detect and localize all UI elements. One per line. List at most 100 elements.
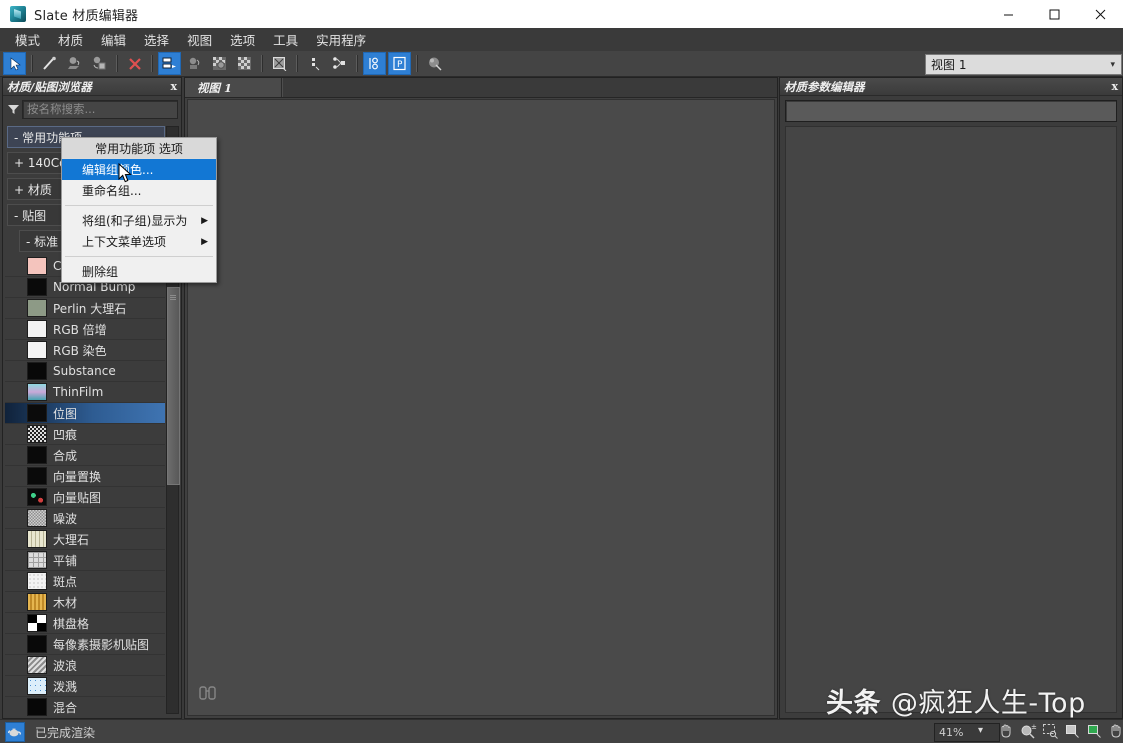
- context-menu-show-groups-as[interactable]: 将组(和子组)显示为 ▶: [62, 210, 216, 231]
- context-menu-separator: [65, 205, 213, 206]
- context-menu-options[interactable]: 上下文菜单选项 ▶: [62, 231, 216, 252]
- parameter-editor-toggle-button[interactable]: P: [388, 52, 411, 75]
- move-children-button[interactable]: [363, 52, 386, 75]
- list-item[interactable]: RGB 倍增: [5, 319, 165, 340]
- select-by-material-button[interactable]: [303, 52, 326, 75]
- close-icon[interactable]: x: [1111, 80, 1118, 93]
- lay-out-children-button[interactable]: [328, 52, 351, 75]
- menu-edit[interactable]: 编辑: [92, 28, 135, 51]
- list-item[interactable]: Substance: [5, 361, 165, 382]
- pan-tool-button[interactable]: [996, 721, 1016, 741]
- filter-funnel-icon[interactable]: [5, 101, 22, 118]
- list-item-label: 木材: [53, 595, 78, 610]
- list-item[interactable]: Perlin 大理石: [5, 298, 165, 319]
- delete-tool-button[interactable]: [123, 52, 146, 75]
- chevron-down-icon[interactable]: ▾: [978, 725, 983, 736]
- maximize-button[interactable]: [1031, 0, 1077, 28]
- select-tool-button[interactable]: [3, 52, 26, 75]
- watermark: 头条 @疯狂人生-Top: [826, 681, 1086, 720]
- render-teapot-icon: [5, 722, 25, 742]
- search-placeholder: 按名称搜索...: [27, 102, 96, 116]
- list-item[interactable]: 平铺: [5, 550, 165, 571]
- map-swatch: [27, 278, 47, 296]
- window-controls: [985, 0, 1123, 28]
- zoom-extents-selected-tool-button[interactable]: [1084, 721, 1104, 741]
- list-item-label: Perlin 大理石: [53, 301, 127, 316]
- chevron-right-icon: ▶: [201, 236, 208, 247]
- map-swatch: [27, 677, 47, 695]
- navigation-buttons: ±: [996, 721, 1123, 741]
- menu-options[interactable]: 选项: [221, 28, 264, 51]
- map-swatch: [27, 551, 47, 569]
- map-swatch: [27, 509, 47, 527]
- map-swatch: [27, 341, 47, 359]
- material-preview-button[interactable]: [423, 52, 446, 75]
- context-menu-item-label: 将组(和子组)显示为: [82, 214, 188, 228]
- show-end-result-button[interactable]: [183, 52, 206, 75]
- menu-select[interactable]: 选择: [135, 28, 178, 51]
- zoom-tool-button[interactable]: ±: [1018, 721, 1038, 741]
- list-item-label: 大理石: [53, 532, 90, 547]
- list-item[interactable]: 向量置换: [5, 466, 165, 487]
- map-swatch: [27, 698, 47, 716]
- search-input[interactable]: 按名称搜索...: [22, 99, 178, 119]
- chevron-down-icon: ▾: [1110, 59, 1115, 70]
- list-item[interactable]: ThinFilm: [5, 382, 165, 403]
- list-item-label: ThinFilm: [53, 385, 104, 399]
- list-item[interactable]: 合成: [5, 445, 165, 466]
- show-in-viewport-button[interactable]: [158, 52, 181, 75]
- list-item-label: 噪波: [53, 511, 78, 526]
- pan-alt-tool-button[interactable]: [1106, 721, 1123, 741]
- backlight-button[interactable]: [233, 52, 256, 75]
- toolbar-separator: [296, 55, 298, 72]
- list-item-selected[interactable]: 位图: [5, 403, 165, 424]
- assign-material-tool-button[interactable]: [63, 52, 86, 75]
- zoom-level-input[interactable]: 41%: [934, 723, 1000, 742]
- view-select-dropdown[interactable]: 视图 1 ▾: [925, 54, 1122, 75]
- list-item[interactable]: 大理石: [5, 529, 165, 550]
- zoom-extents-tool-button[interactable]: [1062, 721, 1082, 741]
- menu-utilities[interactable]: 实用程序: [307, 28, 375, 51]
- context-menu-edit-group-color[interactable]: 编辑组颜色...: [62, 159, 216, 180]
- menu-material[interactable]: 材质: [49, 28, 92, 51]
- list-item-label: 棋盘格: [53, 616, 90, 631]
- tab-view-1[interactable]: 视图 1: [185, 78, 282, 97]
- node-canvas[interactable]: [187, 99, 775, 716]
- menu-tools[interactable]: 工具: [264, 28, 307, 51]
- parameter-rollout-area[interactable]: [785, 126, 1117, 713]
- list-item[interactable]: 波浪: [5, 655, 165, 676]
- list-item[interactable]: 凹痕: [5, 424, 165, 445]
- scrollbar-thumb[interactable]: [167, 287, 180, 485]
- zoom-region-tool-button[interactable]: [1040, 721, 1060, 741]
- pick-material-tool-button[interactable]: [38, 52, 61, 75]
- list-item[interactable]: 向量贴图: [5, 487, 165, 508]
- list-item[interactable]: 木材: [5, 592, 165, 613]
- list-item[interactable]: 每像素摄影机贴图: [5, 634, 165, 655]
- close-icon[interactable]: x: [170, 80, 177, 93]
- toolbar-separator: [356, 55, 358, 72]
- map-swatch: [27, 635, 47, 653]
- parameter-name-field[interactable]: [785, 100, 1117, 122]
- group-context-menu: 常用功能项 选项 编辑组颜色... 重命名组... 将组(和子组)显示为 ▶ 上…: [61, 137, 217, 283]
- list-item[interactable]: 混合: [5, 697, 165, 716]
- context-menu-title: 常用功能项 选项: [62, 138, 216, 159]
- context-menu-rename-group[interactable]: 重命名组...: [62, 180, 216, 201]
- material-id-channel-button[interactable]: [268, 52, 291, 75]
- put-to-scene-tool-button[interactable]: [88, 52, 111, 75]
- binoculars-icon[interactable]: [198, 684, 218, 705]
- map-swatch: [27, 320, 47, 338]
- menu-mode[interactable]: 模式: [6, 28, 49, 51]
- menu-bar: 模式 材质 编辑 选择 视图 选项 工具 实用程序: [0, 28, 1123, 51]
- list-item[interactable]: 泼溅: [5, 676, 165, 697]
- close-button[interactable]: [1077, 0, 1123, 28]
- map-swatch: [27, 362, 47, 380]
- minimize-button[interactable]: [985, 0, 1031, 28]
- context-menu-delete-group[interactable]: 删除组: [62, 261, 216, 282]
- list-item-label: 凹痕: [53, 427, 78, 442]
- list-item[interactable]: 斑点: [5, 571, 165, 592]
- list-item[interactable]: RGB 染色: [5, 340, 165, 361]
- list-item[interactable]: 噪波: [5, 508, 165, 529]
- show-background-button[interactable]: [208, 52, 231, 75]
- menu-view[interactable]: 视图: [178, 28, 221, 51]
- list-item[interactable]: 棋盘格: [5, 613, 165, 634]
